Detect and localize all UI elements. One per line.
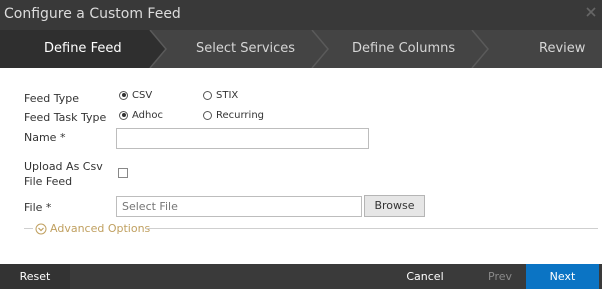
task-type-adhoc-option[interactable]: Adhoc [119, 108, 163, 122]
recurring-radio-label: Recurring [216, 109, 264, 121]
upload-csv-label-line1: Upload As Csv [24, 160, 103, 173]
step-define-columns[interactable]: Define Columns [352, 41, 455, 56]
browse-button[interactable]: Browse [364, 195, 425, 217]
close-icon[interactable] [586, 7, 596, 17]
advanced-divider-left [24, 228, 33, 229]
file-input[interactable] [116, 196, 362, 217]
step-divider [471, 30, 489, 68]
dialog-footer: Reset Cancel Prev Next [0, 264, 602, 289]
chevron-down-circle-icon [35, 223, 47, 234]
reset-button[interactable]: Reset [0, 264, 70, 289]
upload-csv-checkbox[interactable] [118, 168, 128, 178]
name-input[interactable] [116, 128, 369, 149]
prev-button[interactable]: Prev [474, 264, 526, 289]
feed-type-csv-option[interactable]: CSV [119, 88, 152, 102]
cancel-button[interactable]: Cancel [385, 264, 465, 289]
task-type-recurring-option[interactable]: Recurring [203, 108, 264, 122]
stix-radio[interactable] [203, 90, 212, 100]
feed-type-label: Feed Type [24, 92, 80, 105]
csv-radio[interactable] [119, 90, 128, 100]
step-define-feed[interactable]: Define Feed [44, 41, 122, 56]
stix-radio-label: STIX [216, 89, 239, 101]
feed-task-type-label: Feed Task Type [24, 111, 107, 124]
advanced-options-label: Advanced Options [50, 222, 151, 235]
name-label: Name * [24, 131, 66, 144]
next-button[interactable]: Next [526, 264, 599, 289]
advanced-options-toggle[interactable]: Advanced Options [35, 222, 150, 235]
dialog-title: Configure a Custom Feed [4, 6, 181, 22]
wizard-steps: Define Feed Select Services Define Colum… [0, 30, 602, 68]
step-divider [311, 30, 329, 68]
step-select-services[interactable]: Select Services [196, 41, 295, 56]
upload-csv-label-line2: File Feed [24, 175, 73, 188]
adhoc-radio-label: Adhoc [132, 109, 163, 121]
advanced-divider-right [146, 228, 598, 229]
title-bar: Configure a Custom Feed [0, 0, 602, 30]
adhoc-radio[interactable] [119, 110, 128, 120]
file-label: File * [24, 201, 52, 214]
csv-radio-label: CSV [132, 89, 153, 101]
step-review[interactable]: Review [539, 41, 585, 56]
recurring-radio[interactable] [203, 110, 212, 120]
feed-type-stix-option[interactable]: STIX [203, 88, 238, 102]
